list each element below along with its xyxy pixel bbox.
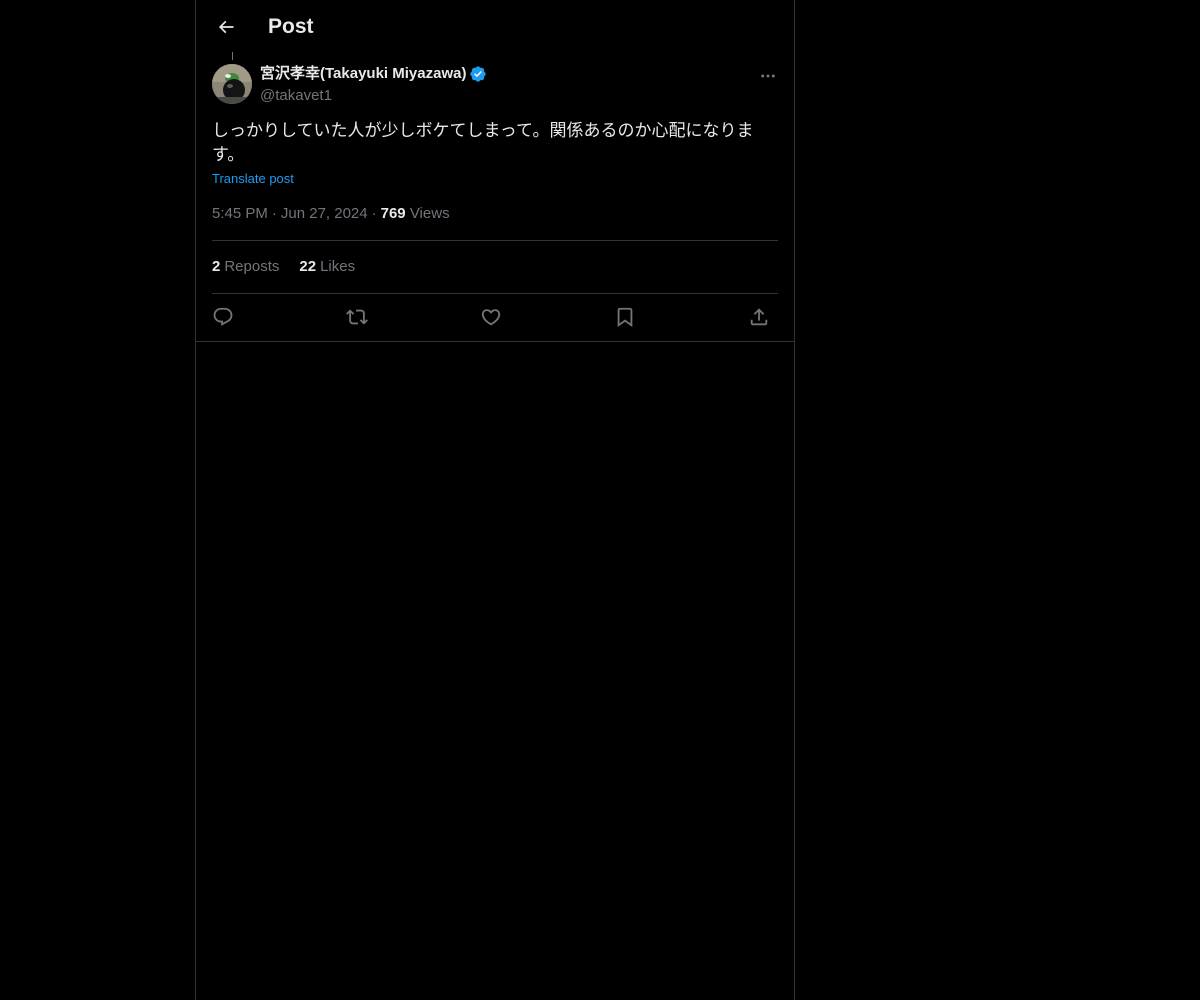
bookmark-button[interactable] — [610, 303, 640, 331]
bookmark-icon — [617, 307, 633, 328]
likes-label: Likes — [320, 258, 356, 275]
post-column: Post 宮沢孝幸(Takayuki Miyazawa) @takavet1 し… — [195, 0, 795, 1000]
post-text: しっかりしていた人が少しボケてしまって。関係あるのか心配になります。 — [212, 121, 754, 165]
author-name-text: 宮沢孝幸(Takayuki Miyazawa) — [260, 65, 467, 82]
likes-count: 22 — [299, 258, 317, 275]
reply-icon — [213, 307, 233, 326]
meta-separator: · — [371, 205, 377, 222]
avatar[interactable] — [212, 64, 252, 104]
likes-stat[interactable]: 22 Likes — [299, 257, 355, 277]
meta-separator: · — [271, 205, 277, 222]
divider — [212, 240, 778, 241]
like-icon — [481, 309, 501, 326]
divider — [212, 293, 778, 294]
verified-badge-icon — [470, 66, 487, 82]
reposts-label: Reposts — [224, 258, 280, 275]
post-time[interactable]: 5:45 PM — [212, 205, 268, 222]
more-icon — [761, 74, 775, 78]
share-button[interactable] — [744, 303, 774, 331]
page-title: Post — [268, 15, 314, 38]
action-bar — [212, 303, 778, 331]
reposts-stat[interactable]: 2 Reposts — [212, 257, 279, 277]
divider — [196, 341, 794, 342]
repost-button[interactable] — [342, 303, 372, 331]
like-button[interactable] — [476, 303, 506, 331]
author-display-name[interactable]: 宮沢孝幸(Takayuki Miyazawa) — [260, 64, 487, 84]
arrow-left-icon — [218, 20, 234, 34]
post-stats: 2 Reposts 22 Likes — [212, 257, 375, 277]
author-handle[interactable]: @takavet1 — [260, 86, 332, 106]
post-metadata: 5:45 PM · Jun 27, 2024 · 769 Views — [212, 204, 450, 224]
reposts-count: 2 — [212, 258, 221, 275]
top-bar: Post — [196, 0, 794, 54]
reply-button[interactable] — [208, 303, 238, 331]
thread-connector-line — [232, 52, 233, 60]
translate-post-link[interactable]: Translate post — [212, 170, 294, 188]
more-options-button[interactable] — [752, 62, 784, 90]
share-icon — [750, 308, 768, 326]
views-label: Views — [409, 205, 450, 222]
views-count: 769 — [380, 205, 406, 222]
back-button[interactable] — [208, 9, 244, 45]
post-date[interactable]: Jun 27, 2024 — [281, 205, 368, 222]
avatar-image — [212, 64, 252, 104]
repost-icon — [346, 309, 368, 325]
